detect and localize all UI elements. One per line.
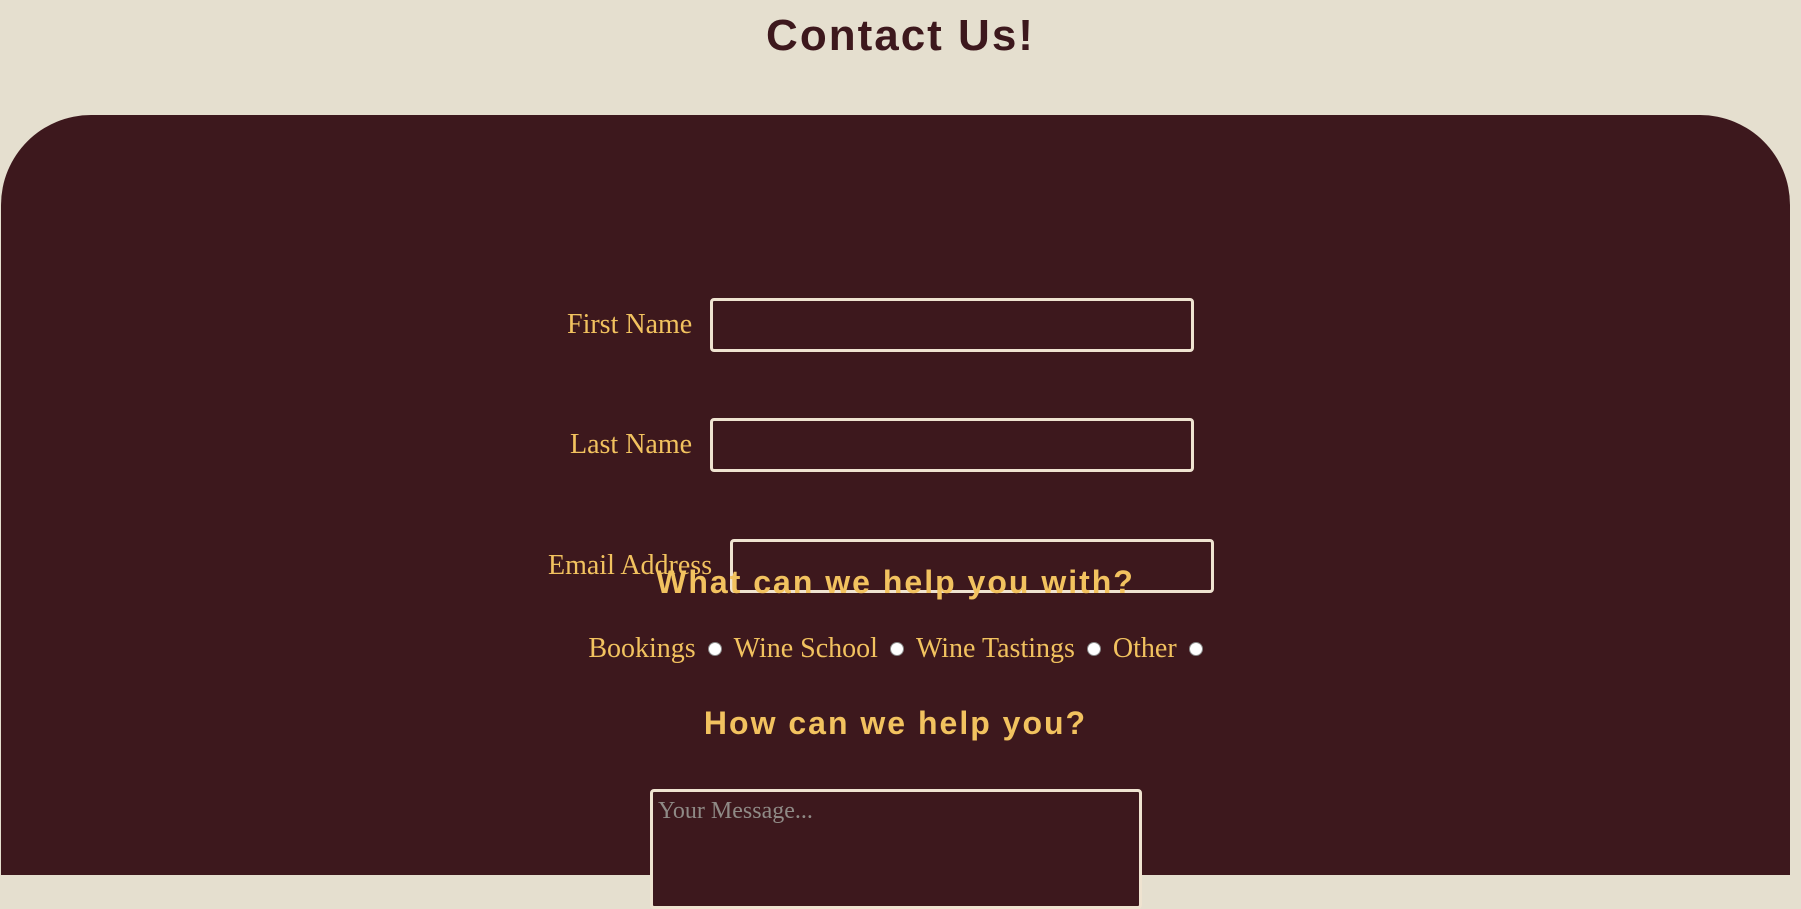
radio-label-other: Other (1112, 633, 1177, 664)
topic-radio-group: Bookings Wine School Wine Tastings Other (1, 633, 1790, 665)
radio-option-other[interactable]: Other (1113, 633, 1203, 665)
radio-button-wine-school[interactable] (889, 642, 904, 656)
radio-button-other[interactable] (1188, 642, 1203, 656)
radio-option-wine-school[interactable]: Wine School (734, 633, 904, 665)
last-name-input[interactable] (710, 418, 1195, 472)
page-title: Contact Us! (766, 11, 1035, 60)
radio-option-wine-tastings[interactable]: Wine Tastings (916, 633, 1101, 665)
radio-option-bookings[interactable]: Bookings (588, 633, 722, 665)
message-textarea[interactable] (650, 789, 1142, 909)
radio-label-wine-tastings: Wine Tastings (915, 633, 1075, 664)
first-name-row: First Name (567, 298, 1195, 352)
radio-button-bookings[interactable] (707, 642, 722, 656)
contact-form-panel: First Name Last Name Email Address What … (1, 115, 1790, 909)
last-name-row: Last Name (570, 418, 1195, 472)
radio-button-wine-tastings[interactable] (1086, 642, 1101, 656)
radio-label-wine-school: Wine School (733, 633, 878, 664)
radio-label-bookings: Bookings (588, 633, 696, 664)
first-name-input[interactable] (710, 298, 1195, 352)
help-you-heading: How can we help you? (703, 705, 1088, 741)
help-with-heading: What can we help you with? (656, 564, 1135, 600)
first-name-label: First Name (567, 309, 693, 340)
last-name-label: Last Name (570, 429, 693, 460)
